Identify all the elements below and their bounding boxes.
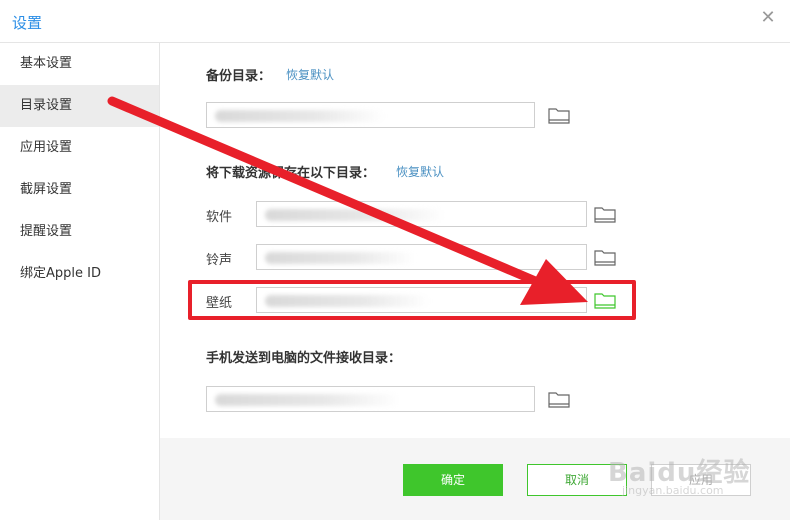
close-icon[interactable]: ✕ [760,9,776,27]
blurred-path [215,110,385,122]
watermark-url: jingyan.baidu.com [622,484,724,497]
title-bar: 设置 ✕ [0,0,790,43]
sidebar-item-basic[interactable]: 基本设置 [0,43,159,85]
ringtone-path-input[interactable] [256,244,587,270]
folder-icon[interactable] [594,248,616,266]
ringtone-row-label: 铃声 [206,253,233,268]
blurred-path [215,394,400,406]
backup-directory-label: 备份目录： [206,69,272,84]
sidebar-item-apple-id[interactable]: 绑定Apple ID [0,253,159,295]
software-path-input[interactable] [256,201,587,227]
software-row-label: 软件 [206,210,233,225]
sidebar: 基本设置 目录设置 应用设置 截屏设置 提醒设置 绑定Apple ID [0,43,160,520]
sidebar-item-app[interactable]: 应用设置 [0,127,159,169]
sidebar-item-reminder[interactable]: 提醒设置 [0,211,159,253]
folder-icon[interactable] [548,390,570,408]
download-restore-default-link[interactable]: 恢复默认 [396,163,444,180]
folder-icon[interactable] [548,106,570,124]
receive-directory-label: 手机发送到电脑的文件接收目录： [206,351,402,366]
blurred-path [265,252,415,264]
download-directory-label: 将下载资源保存在以下目录： [206,166,376,181]
folder-icon[interactable] [594,205,616,223]
sidebar-item-directory[interactable]: 目录设置 [0,85,159,127]
sidebar-item-screenshot[interactable]: 截屏设置 [0,169,159,211]
backup-restore-default-link[interactable]: 恢复默认 [286,66,334,83]
wallpaper-row-highlight-box [188,280,636,320]
receive-path-input[interactable] [206,386,535,412]
blurred-path [265,209,445,221]
window-title: 设置 [12,14,43,32]
ok-button[interactable]: 确定 [403,464,503,496]
backup-path-input[interactable] [206,102,535,128]
